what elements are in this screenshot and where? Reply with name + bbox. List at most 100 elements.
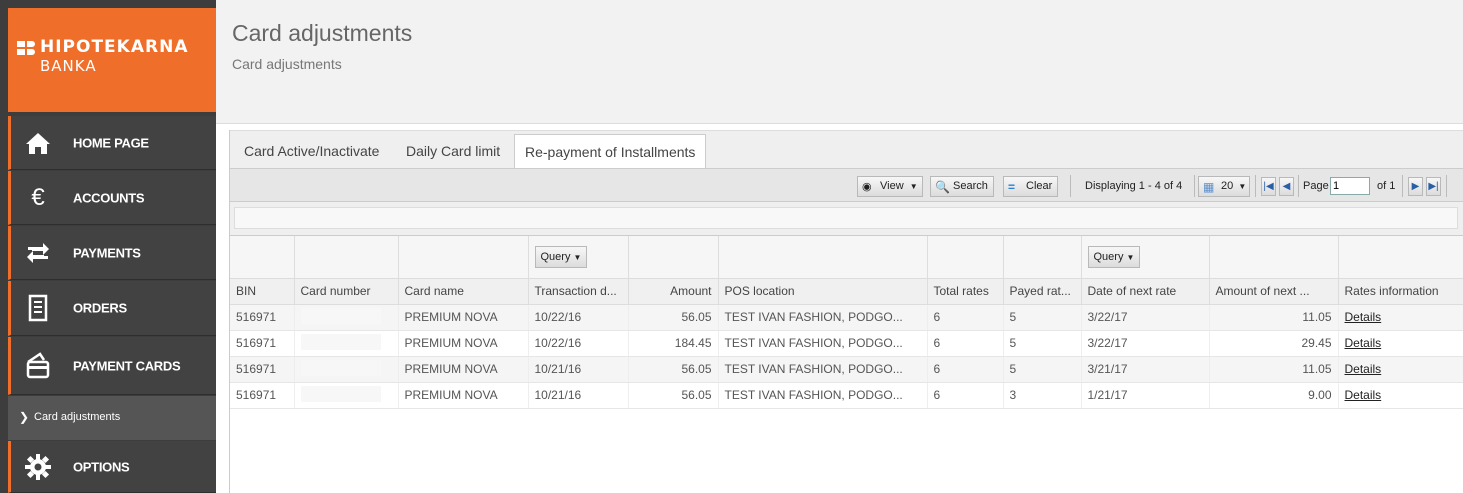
column-header-pos-location[interactable]: POS location	[718, 278, 928, 305]
table-row[interactable]: 516971 PREMIUM NOVA 10/21/16 56.05 TEST …	[230, 382, 1463, 409]
bank-logo[interactable]: HIPOTEKARNA BANKA	[8, 8, 216, 112]
column-header-transaction-date[interactable]: Transaction d...	[528, 278, 629, 305]
logo-text-line2: BANKA	[40, 57, 97, 75]
sidebar: HIPOTEKARNA BANKA HOME PAGE € ACCOUNTS P…	[0, 0, 216, 493]
page-size-select[interactable]: ▦ 20 ▼	[1198, 176, 1251, 197]
first-page-icon[interactable]: |◀	[1261, 177, 1276, 196]
tab-re-payment-of-installments[interactable]: Re-payment of Installments	[514, 134, 707, 170]
cell-total-rates: 6	[927, 382, 1004, 409]
next-rate-date-query-button[interactable]: Query ▼	[1087, 245, 1141, 268]
nav-item-payments[interactable]: PAYMENTS	[8, 226, 216, 280]
cell-card-number	[294, 382, 399, 409]
page-number-input[interactable]	[1330, 177, 1370, 195]
installments-table: Query ▼ Query ▼ BIN Card number Card nam…	[230, 236, 1463, 409]
cell-transaction-date: 10/22/16	[528, 304, 629, 331]
grid-icon: ▦	[1203, 180, 1215, 194]
cell-next-amount: 11.05	[1209, 304, 1339, 331]
page-total: of 1	[1377, 180, 1396, 192]
table-row[interactable]: 516971 PREMIUM NOVA 10/22/16 56.05 TEST …	[230, 304, 1463, 331]
cell-card-name: PREMIUM NOVA	[398, 330, 529, 357]
query-row: Query ▼ Query ▼	[230, 236, 1463, 279]
cell-rates-info: Details	[1338, 356, 1463, 383]
table-row[interactable]: 516971 PREMIUM NOVA 10/22/16 184.45 TEST…	[230, 330, 1463, 357]
cell-next-rate-date: 1/21/17	[1081, 382, 1210, 409]
filter-input[interactable]	[234, 207, 1458, 229]
column-header-payed-rates[interactable]: Payed rat...	[1003, 278, 1082, 305]
cell-next-amount: 29.45	[1209, 330, 1339, 357]
dropdown-arrow-icon: ▼	[573, 252, 582, 262]
cell-payed-rates: 3	[1003, 382, 1082, 409]
column-header-amount[interactable]: Amount	[628, 278, 719, 305]
gear-icon	[25, 453, 51, 480]
cell-pos-location: TEST IVAN FASHION, PODGO...	[718, 382, 928, 409]
dropdown-arrow-icon: ▼	[1238, 182, 1247, 191]
nav-label-payments: PAYMENTS	[73, 245, 141, 260]
cell-total-rates: 6	[927, 356, 1004, 383]
cell-bin: 516971	[230, 356, 295, 383]
cell-total-rates: 6	[927, 304, 1004, 331]
cell-pos-location: TEST IVAN FASHION, PODGO...	[718, 304, 928, 331]
view-button[interactable]: ◉ View ▼	[857, 176, 923, 197]
cell-bin: 516971	[230, 330, 295, 357]
nav-item-accounts[interactable]: € ACCOUNTS	[8, 171, 216, 225]
clear-button[interactable]: = Clear	[1003, 176, 1059, 197]
nav-item-home[interactable]: HOME PAGE	[8, 116, 216, 170]
last-page-icon[interactable]: ▶|	[1426, 177, 1441, 196]
clear-icon: =	[1008, 180, 1016, 194]
column-header-total-rates[interactable]: Total rates	[927, 278, 1004, 305]
page-size-value: 20	[1221, 180, 1234, 192]
cell-amount: 56.05	[628, 304, 719, 331]
query-button-label: Query	[540, 250, 571, 263]
tab-bar: Card Active/Inactivate Daily Card limit …	[230, 130, 1463, 170]
cell-card-number	[294, 304, 399, 331]
table-row[interactable]: 516971 PREMIUM NOVA 10/21/16 56.05 TEST …	[230, 356, 1463, 383]
grid-toolbar: ◉ View ▼ 🔍 Search = Clear Displaying 1 -…	[230, 168, 1463, 202]
logo-text-line1: HIPOTEKARNA	[40, 37, 189, 57]
cell-amount: 56.05	[628, 382, 719, 409]
details-link[interactable]: Details	[1345, 362, 1382, 376]
details-link[interactable]: Details	[1345, 336, 1382, 350]
toolbar-separator	[1255, 175, 1256, 197]
toolbar-separator	[1070, 175, 1071, 197]
column-header-card-name[interactable]: Card name	[398, 278, 529, 305]
column-header-card-number[interactable]: Card number	[294, 278, 399, 305]
cell-transaction-date: 10/21/16	[528, 382, 629, 409]
breadcrumb: Card adjustments	[232, 56, 342, 72]
details-link[interactable]: Details	[1345, 388, 1382, 402]
page-header: Card adjustments Card adjustments	[216, 0, 1463, 124]
header-row: BIN Card number Card name Transaction d.…	[230, 278, 1463, 305]
cell-next-rate-date: 3/21/17	[1081, 356, 1210, 383]
cell-next-rate-date: 3/22/17	[1081, 330, 1210, 357]
eye-icon: ◉	[862, 181, 872, 193]
details-link[interactable]: Details	[1345, 310, 1382, 324]
next-page-icon[interactable]: ▶	[1408, 177, 1423, 196]
cell-total-rates: 6	[927, 330, 1004, 357]
column-header-date-of-next-rate[interactable]: Date of next rate	[1081, 278, 1210, 305]
search-button[interactable]: 🔍 Search	[930, 176, 994, 197]
main-panel: Card Active/Inactivate Daily Card limit …	[229, 130, 1463, 493]
cell-card-name: PREMIUM NOVA	[398, 382, 529, 409]
cell-rates-info: Details	[1338, 304, 1463, 331]
cell-payed-rates: 5	[1003, 330, 1082, 357]
column-header-bin[interactable]: BIN	[230, 278, 295, 305]
column-header-amount-of-next[interactable]: Amount of next ...	[1209, 278, 1339, 305]
masked-card-number	[300, 385, 381, 402]
nav-item-options[interactable]: OPTIONS	[8, 441, 216, 493]
view-button-label: View	[880, 180, 904, 192]
nav-subitem-card-adjustments[interactable]: ❯ Card adjustments	[8, 396, 216, 440]
cell-amount: 184.45	[628, 330, 719, 357]
dropdown-arrow-icon: ▼	[1126, 252, 1135, 262]
masked-card-number	[300, 333, 381, 350]
chevron-right-icon: ❯	[19, 410, 30, 424]
column-header-rates-information[interactable]: Rates information	[1338, 278, 1463, 305]
prev-page-icon[interactable]: ◀	[1279, 177, 1294, 196]
cell-bin: 516971	[230, 382, 295, 409]
nav-item-payment-cards[interactable]: PAYMENT CARDS	[8, 337, 216, 395]
cell-amount: 56.05	[628, 356, 719, 383]
transaction-date-query-button[interactable]: Query ▼	[534, 245, 588, 268]
cell-pos-location: TEST IVAN FASHION, PODGO...	[718, 356, 928, 383]
nav-item-orders[interactable]: ORDERS	[8, 281, 216, 336]
masked-card-number	[300, 307, 381, 324]
tab-card-active-inactivate[interactable]: Card Active/Inactivate	[234, 134, 389, 169]
tab-daily-card-limit[interactable]: Daily Card limit	[396, 134, 510, 169]
